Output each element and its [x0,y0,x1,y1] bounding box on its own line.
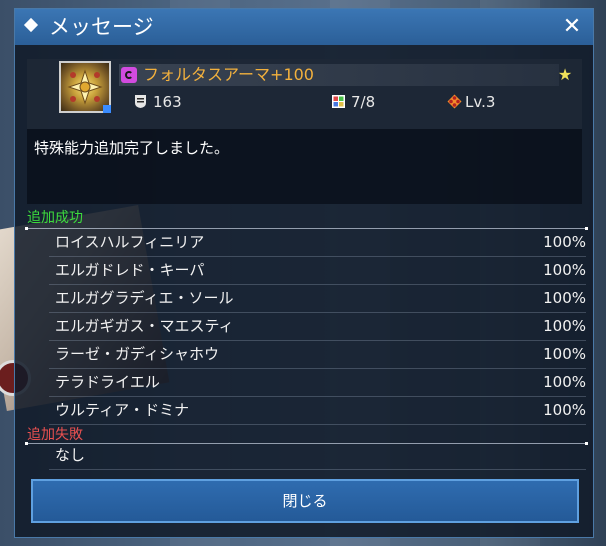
close-icon[interactable]: ✕ [559,14,585,40]
diamond-icon [23,17,39,33]
failure-row: なし [49,442,586,470]
message-window: メッセージ ✕ フォルタスアーマ+100 ★ 163 7/8 Lv.3 特殊能力… [14,8,594,538]
slot-icon [332,95,345,108]
item-emblem-icon [67,69,103,105]
success-row: テラドライエル 100% [49,369,586,397]
window-title: メッセージ [49,15,154,39]
ability-rate: 100% [543,233,586,251]
ability-name: エルガギガス・マエスティ [55,317,234,335]
item-corner-badge [103,105,111,113]
success-row: ラーゼ・ガディシャホウ 100% [49,341,586,369]
ability-rate: 100% [543,373,586,391]
ability-name: ウルティア・ドミナ [55,401,190,419]
ability-name: エルガグラディエ・ソール [55,289,234,307]
ability-rate: 100% [543,261,586,279]
close-button[interactable]: 閉じる [31,479,579,523]
armor-item-icon[interactable] [59,61,111,113]
ability-name: ラーゼ・ガディシャホウ [55,345,219,363]
ability-rate: 100% [543,401,586,419]
success-row: ロイスハルフィニリア 100% [49,229,586,257]
armor-type-icon [121,67,137,83]
ability-name: なし [55,446,86,464]
message-text: 特殊能力追加完了しました。 [34,139,230,157]
ability-name: ロイスハルフィニリア [55,233,205,251]
ability-name: エルガドレド・キーパ [55,261,205,279]
favorite-star-icon[interactable]: ★ [556,66,574,84]
success-row: エルガドレド・キーパ 100% [49,257,586,285]
defense-value: 163 [153,93,182,111]
ability-name: テラドライエル [55,373,160,391]
item-name: フォルタスアーマ+100 [143,65,314,84]
success-row: ウルティア・ドミナ 100% [49,397,586,425]
title-bar: メッセージ ✕ [15,9,593,45]
ability-rate: 100% [543,289,586,307]
ability-rate: 100% [543,345,586,363]
ability-rate: 100% [543,317,586,335]
level-icon [447,94,462,109]
slot-count: 7/8 [351,93,376,111]
success-row: エルガギガス・マエスティ 100% [49,313,586,341]
level-value: Lv.3 [465,93,496,111]
success-row: エルガグラディエ・ソール 100% [49,285,586,313]
success-section-label: 追加成功 [27,210,83,226]
defense-shield-icon [135,95,146,108]
